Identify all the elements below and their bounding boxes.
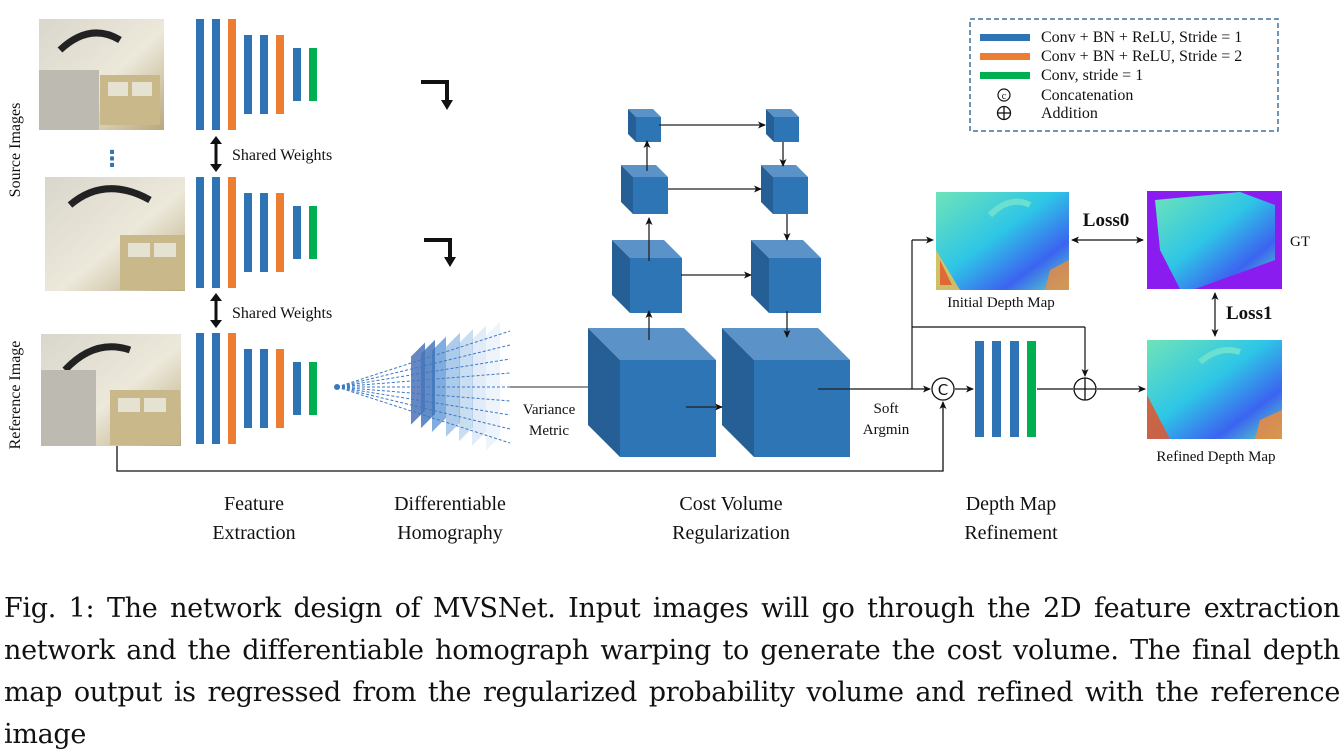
layer-bar <box>212 19 220 130</box>
layer-bar <box>244 35 252 114</box>
initial-depth-map <box>936 192 1069 290</box>
svg-text:c: c <box>1002 91 1007 102</box>
depth-plane <box>411 342 425 425</box>
concat-glyph: C <box>938 381 948 399</box>
stage-label: Cost Volume <box>679 493 782 515</box>
source-image-2 <box>45 177 185 291</box>
layer-bar <box>276 193 284 272</box>
layer-bar <box>309 48 317 101</box>
layer-bar <box>975 341 984 437</box>
initial-depth-map-label: Initial Depth Map <box>947 295 1054 311</box>
layer-bar <box>293 362 301 415</box>
loss0-label: Loss0 <box>1083 210 1129 231</box>
layer-bar <box>276 349 284 428</box>
layer-bar <box>276 35 284 114</box>
add-node <box>1073 377 1097 401</box>
depth-plane <box>486 321 500 451</box>
mvsnet-diagram: c Conv + BN + ReLU, Stride = 1 Conv + BN… <box>7 18 1310 544</box>
legend-label: Conv + BN + ReLU, Stride = 2 <box>1041 48 1242 65</box>
cost-volume-cube <box>628 109 661 142</box>
layer-bar <box>196 333 204 444</box>
homography-frustum <box>334 321 511 451</box>
stage-label: Regularization <box>672 522 790 544</box>
layer-bar <box>293 206 301 259</box>
stage-label: Extraction <box>212 522 295 544</box>
bent-arrow-icon <box>421 80 453 110</box>
soft-argmin-label: Soft <box>873 401 899 417</box>
shared-weights-arrow-2 <box>210 293 222 328</box>
cost-volume-cube <box>588 328 716 457</box>
cost-volume-cube <box>761 165 808 214</box>
feature-extractor <box>196 19 317 130</box>
legend: c Conv + BN + ReLU, Stride = 1 Conv + BN… <box>969 18 1279 132</box>
add-icon <box>996 105 1012 121</box>
refinement-network <box>975 341 1036 437</box>
soft-argmin-label: Argmin <box>863 422 910 438</box>
stage-label: Refinement <box>964 522 1058 544</box>
legend-label: Concatenation <box>1041 87 1133 104</box>
cost-volume-cube <box>766 109 799 142</box>
layer-bar <box>228 333 236 444</box>
concat-icon: c <box>997 88 1011 102</box>
layer-bar <box>212 177 220 288</box>
figure-caption: Fig. 1: The network design of MVSNet. In… <box>4 593 1340 750</box>
cost-volume-regularization <box>588 109 851 457</box>
cost-volume-cube <box>722 328 850 457</box>
layer-bar <box>244 193 252 272</box>
legend-label: Addition <box>1041 105 1098 122</box>
depth-plane <box>472 325 486 446</box>
shared-weights-label: Shared Weights <box>232 147 332 164</box>
feature-extractor <box>196 333 317 444</box>
refined-depth-map-label: Refined Depth Map <box>1156 449 1275 465</box>
depth-plane <box>459 329 473 442</box>
layer-bar <box>309 362 317 415</box>
stage-labels: Feature Extraction Differentiable Homogr… <box>212 493 1058 544</box>
shared-weights-label: Shared Weights <box>232 305 332 322</box>
feature-extractors <box>196 19 317 444</box>
legend-swatch-green <box>980 72 1030 79</box>
camera-center <box>334 384 340 390</box>
gt-label: GT <box>1290 234 1310 250</box>
layer-bar <box>212 333 220 444</box>
legend-swatch-blue <box>980 34 1030 41</box>
variance-label: Variance <box>523 402 576 418</box>
refined-depth-map <box>1147 340 1282 439</box>
legend-label: Conv + BN + ReLU, Stride = 1 <box>1041 29 1242 46</box>
reference-image-label: Reference Image <box>7 341 24 450</box>
feature-extractor <box>196 177 317 288</box>
cost-volume-cube <box>612 240 682 313</box>
layer-bar <box>260 349 268 428</box>
layer-bar <box>244 349 252 428</box>
layer-bar <box>1010 341 1019 437</box>
source-image-1 <box>39 19 164 130</box>
stage-label: Depth Map <box>966 493 1057 515</box>
stage-label: Differentiable <box>394 493 506 515</box>
ellipsis: ⋮ <box>101 147 123 172</box>
layer-bar <box>196 19 204 130</box>
cost-volume-cube <box>621 165 668 214</box>
shared-weights-arrow-1 <box>210 136 222 172</box>
layer-bar <box>260 35 268 114</box>
bent-arrow-icon <box>424 238 456 267</box>
reference-image <box>41 334 181 446</box>
source-images-label: Source Images <box>7 103 24 198</box>
stage-label: Feature <box>224 493 284 515</box>
layer-bar <box>992 341 1001 437</box>
legend-swatch-orange <box>980 53 1030 60</box>
layer-bar <box>260 193 268 272</box>
layer-bar <box>309 206 317 259</box>
loss1-label: Loss1 <box>1226 303 1272 324</box>
legend-label: Conv, stride = 1 <box>1041 67 1143 84</box>
layer-bar <box>1027 341 1036 437</box>
layer-bar <box>228 19 236 130</box>
layer-bar <box>228 177 236 288</box>
ground-truth-depth-map <box>1147 191 1282 289</box>
layer-bar <box>196 177 204 288</box>
layer-bar <box>293 48 301 101</box>
concat-node: C <box>931 377 955 401</box>
variance-label: Metric <box>529 423 569 439</box>
stage-label: Homography <box>397 522 503 544</box>
cost-volume-cube <box>751 240 821 313</box>
